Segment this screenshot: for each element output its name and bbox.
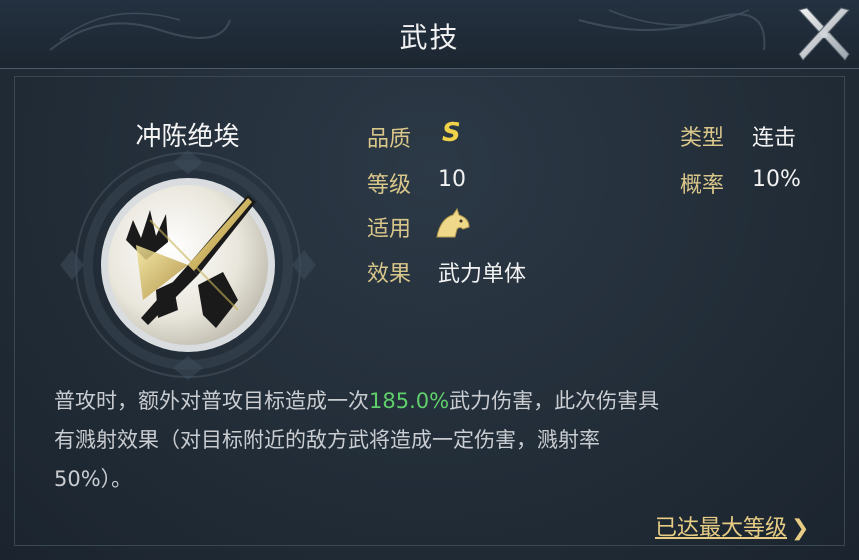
close-icon (798, 7, 850, 61)
quality-label: 品质 (367, 127, 412, 152)
type-label: 类型 (680, 126, 725, 151)
page-title: 武技 (399, 21, 460, 54)
level-label: 等级 (367, 173, 412, 198)
description-line-2: 有溅射效果（对目标附近的敌方武将造成一定伤害，溅射率 (54, 428, 600, 452)
description-line-1: 普攻时，额外对普攻目标造成一次185.0%武力伤害，此次伤害具 (54, 382, 814, 421)
chance-value: 10% (752, 167, 801, 192)
max-level-link[interactable]: 已达最大等级 ❯ (655, 510, 809, 542)
chevron-right-icon: ❯ (791, 516, 810, 541)
close-button[interactable] (793, 4, 855, 66)
dialog-header: 武技 (0, 0, 859, 69)
skill-name: 冲陈绝埃 (135, 122, 240, 152)
skill-description: 普攻时，额外对普攻目标造成一次185.0%武力伤害，此次伤害具 有溅射效果（对目… (54, 382, 814, 499)
level-value: 10 (438, 167, 466, 192)
quality-grade: S (442, 118, 461, 148)
description-line-3: 50%）。 (54, 467, 133, 491)
applies-label: 适用 (367, 217, 412, 242)
type-value: 连击 (752, 126, 797, 151)
damage-percent-highlight: 185.0% (369, 389, 450, 413)
max-level-text: 已达最大等级 (655, 516, 788, 541)
chance-label: 概率 (680, 173, 725, 198)
skill-emblem (60, 150, 316, 380)
horse-icon (436, 207, 470, 238)
description-text: 普攻时，额外对普攻目标造成一次 (54, 389, 369, 413)
effect-label: 效果 (367, 262, 412, 287)
description-text: 武力伤害，此次伤害具 (449, 389, 660, 413)
effect-value: 武力单体 (438, 262, 527, 287)
